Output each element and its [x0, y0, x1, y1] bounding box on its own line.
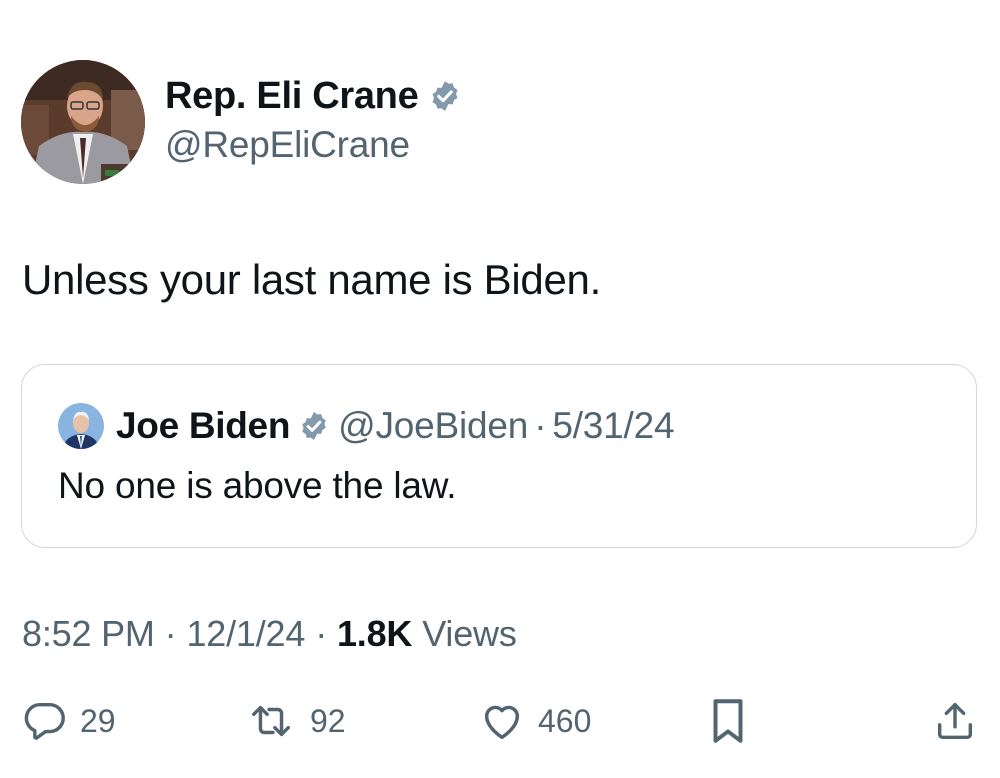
- quoted-author-avatar: [58, 403, 104, 449]
- tweet-meta: 8:52 PM · 12/1/24 · 1.8K Views: [22, 612, 517, 656]
- verified-badge-icon: [298, 410, 330, 442]
- tweet: Rep. Eli Crane @RepEliCrane Unless your …: [0, 0, 1000, 778]
- reply-icon: [22, 698, 68, 744]
- quoted-author-handle: @JoeBiden: [338, 405, 529, 446]
- quoted-tweet-date: 5/31/24: [552, 405, 675, 446]
- separator-dot: ·: [534, 405, 547, 446]
- share-button[interactable]: [932, 696, 978, 746]
- author-name-row: Rep. Eli Crane: [165, 72, 462, 120]
- author-handle[interactable]: @RepEliCrane: [165, 124, 410, 166]
- author-name[interactable]: Rep. Eli Crane: [165, 75, 419, 118]
- author-avatar[interactable]: [21, 60, 145, 184]
- views-label: Views: [422, 613, 517, 654]
- quoted-author-name: Joe Biden: [116, 405, 291, 446]
- repost-button[interactable]: 92: [244, 696, 346, 746]
- bookmark-icon: [706, 696, 750, 746]
- views-count: 1.8K: [336, 613, 413, 654]
- separator-dot: ·: [164, 613, 177, 654]
- quoted-tweet-text: No one is above the law.: [58, 465, 457, 506]
- tweet-text: Unless your last name is Biden.: [22, 256, 601, 303]
- repost-count: 92: [310, 702, 346, 739]
- separator-dot: ·: [315, 613, 327, 654]
- share-icon: [932, 698, 978, 744]
- bookmark-button[interactable]: [706, 696, 750, 746]
- like-icon: [478, 698, 526, 744]
- repost-icon: [244, 698, 298, 744]
- like-count: 460: [538, 702, 592, 739]
- tweet-date[interactable]: 12/1/24: [186, 613, 305, 655]
- reply-count: 29: [80, 702, 116, 739]
- quoted-tweet-card[interactable]: Joe Biden @JoeBiden · 5/31/24 No one is …: [21, 364, 977, 548]
- like-button[interactable]: 460: [478, 696, 591, 746]
- quoted-tweet-header: Joe Biden @JoeBiden · 5/31/24: [58, 401, 675, 451]
- verified-badge-icon: [428, 79, 462, 113]
- reply-button[interactable]: 29: [22, 696, 116, 746]
- tweet-time[interactable]: 8:52 PM: [22, 613, 155, 655]
